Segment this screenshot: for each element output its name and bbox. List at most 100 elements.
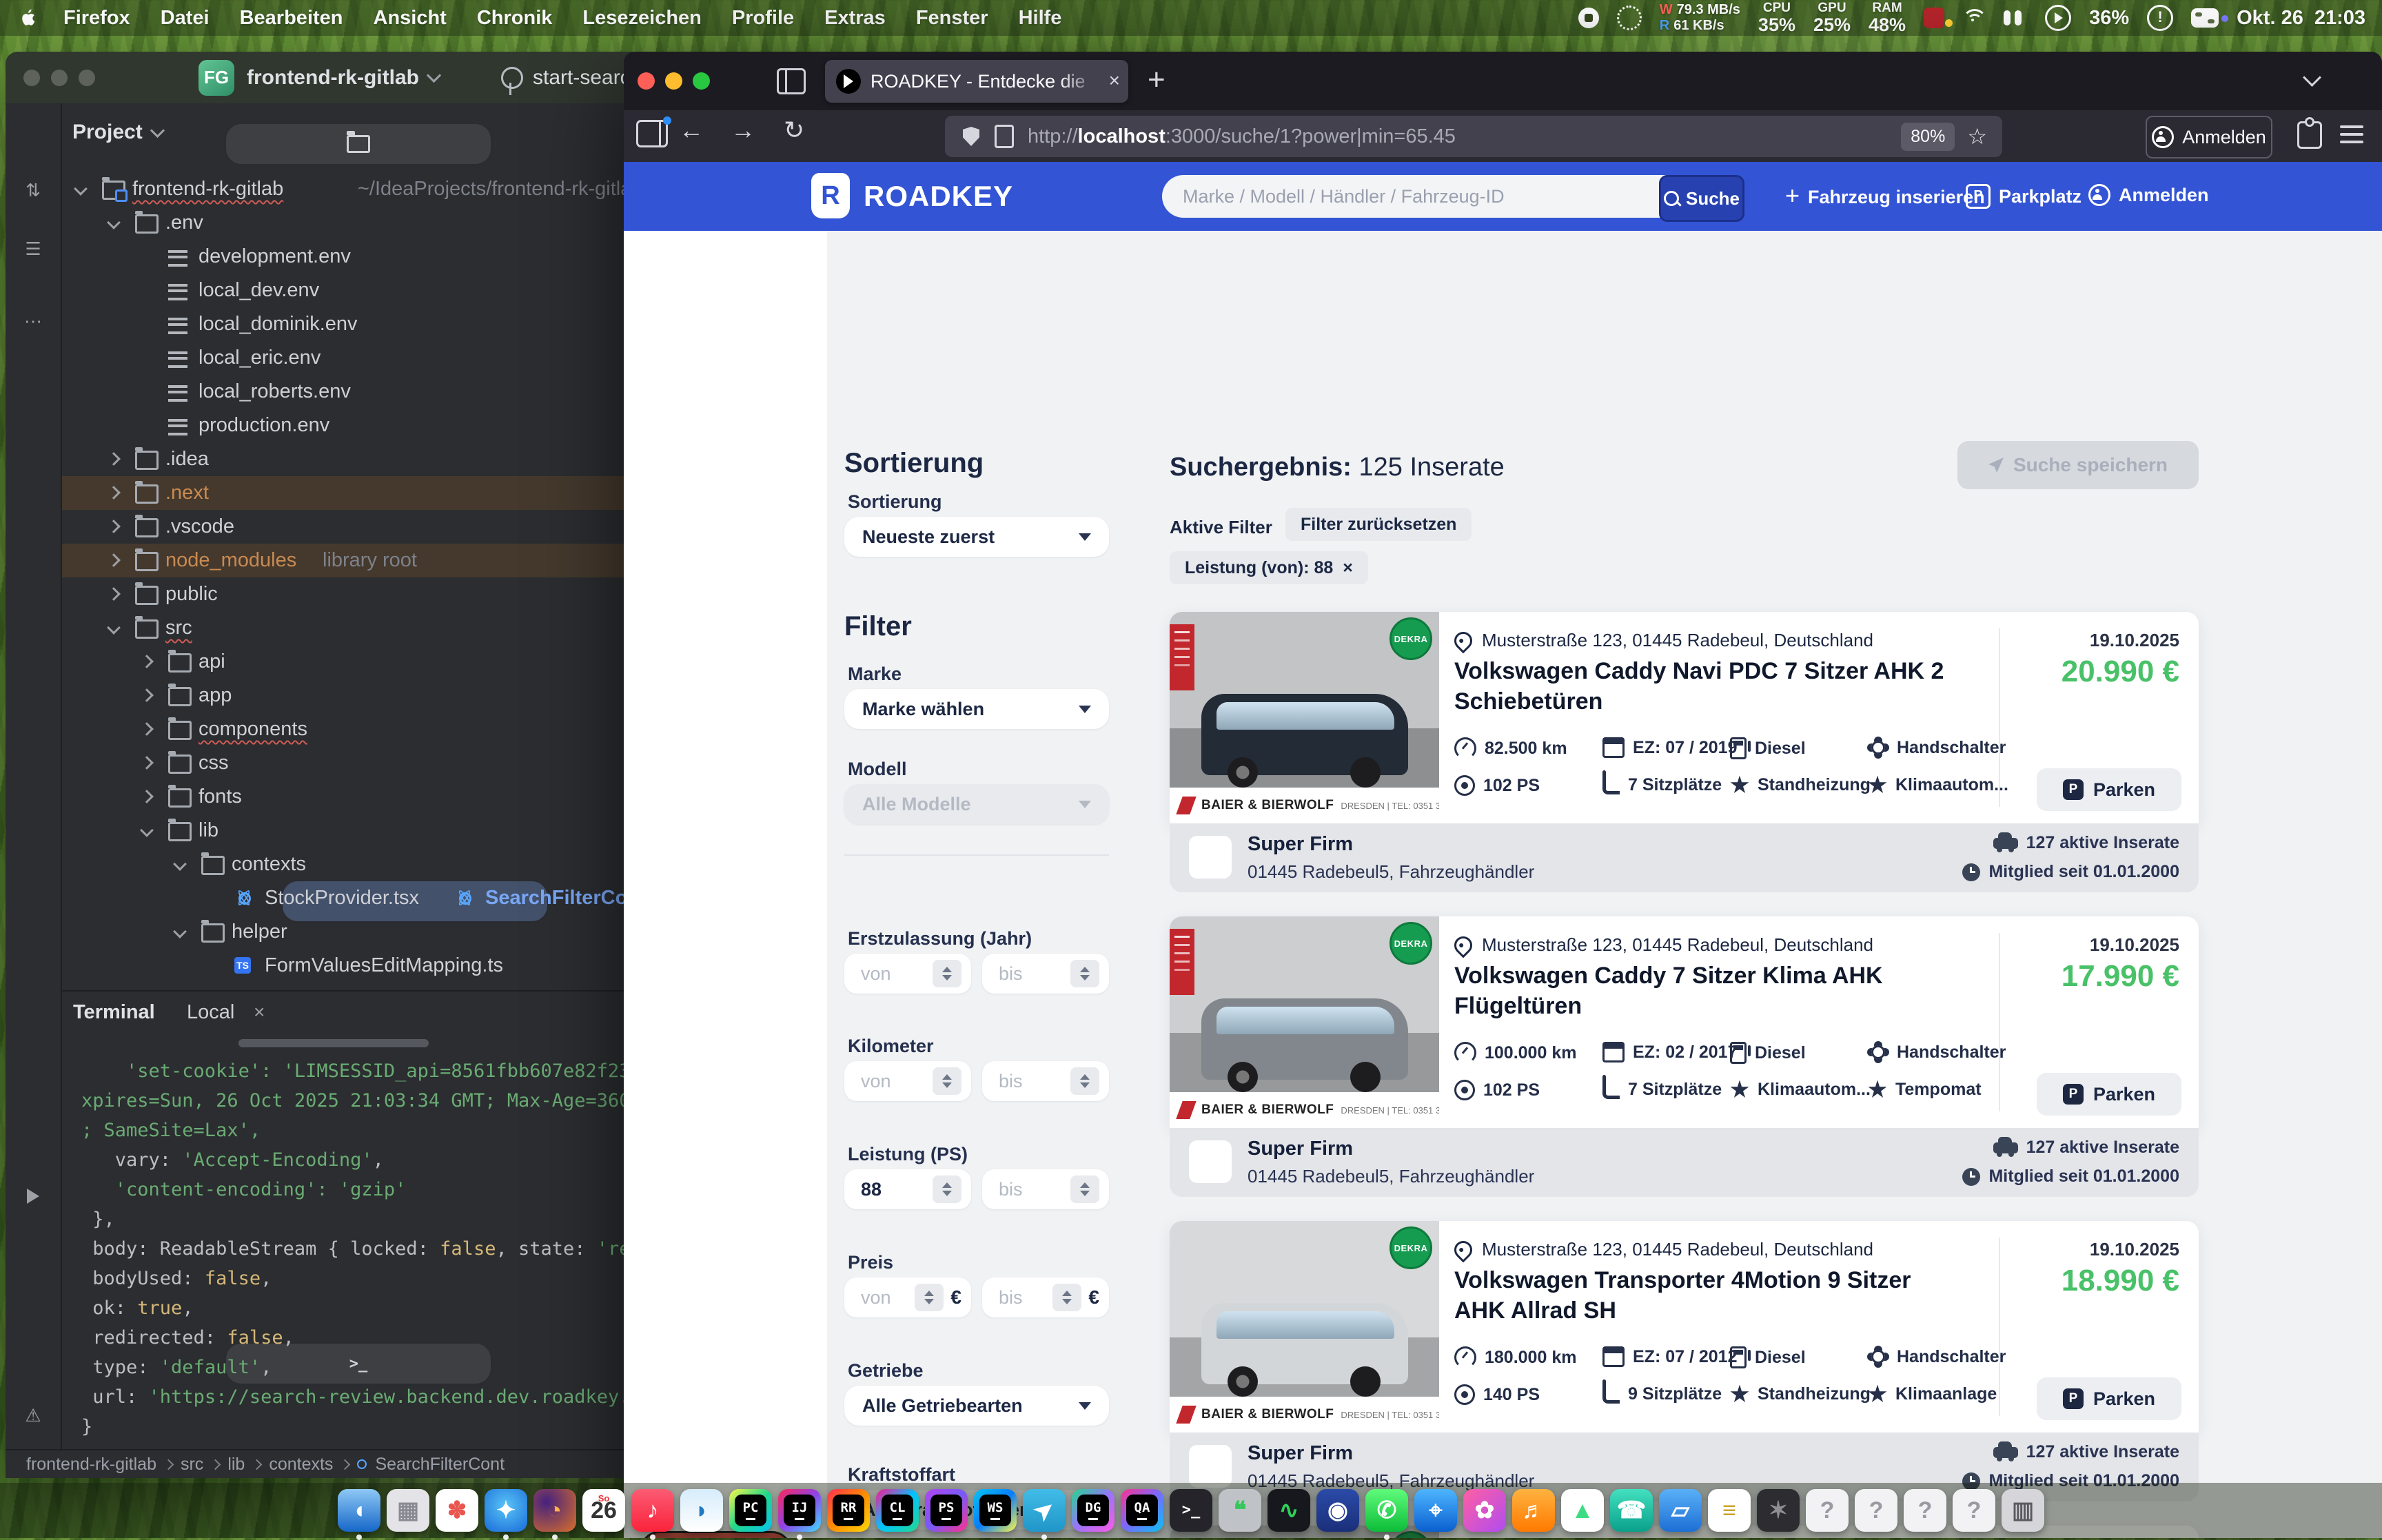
menu-item-extras[interactable]: Extras (809, 7, 901, 29)
problems-tool-icon[interactable]: ⚠ (15, 1397, 51, 1433)
dealer-strip[interactable]: Super Firm01445 Radebeul5, Fahrzeughändl… (1170, 1128, 2199, 1197)
tree-closed-arrow-icon[interactable] (107, 553, 121, 567)
sort-select[interactable]: Neueste zuerst (844, 517, 1109, 557)
bookmark-star-icon[interactable]: ☆ (1967, 123, 1987, 150)
browser-signin-button[interactable]: Anmelden (2146, 116, 2272, 158)
menu-item-datei[interactable]: Datei (145, 7, 225, 29)
dock-icon-clion[interactable]: CL (876, 1489, 919, 1532)
marke-select[interactable]: Marke wählen (844, 689, 1109, 729)
site-login-link[interactable]: Anmelden (2088, 184, 2209, 206)
tree-open-arrow-icon[interactable] (107, 216, 121, 229)
dock-icon-unknown-1[interactable]: ? (1806, 1489, 1849, 1532)
parken-button[interactable]: PParken (2037, 1073, 2181, 1116)
tree-closed-arrow-icon[interactable] (140, 655, 154, 668)
tree-closed-arrow-icon[interactable] (107, 452, 121, 466)
tree-closed-arrow-icon[interactable] (140, 722, 154, 736)
menu-item-profile[interactable]: Profile (717, 7, 809, 29)
brand-name[interactable]: ROADKEY (864, 180, 1013, 213)
sidebar-toggle-icon[interactable] (777, 68, 806, 94)
dock-icon-orange-app[interactable]: ♬ (1512, 1489, 1555, 1532)
dock-icon-photos[interactable]: ✽ (436, 1489, 478, 1532)
site-search-input[interactable] (1162, 175, 1686, 218)
menu-item-bearbeiten[interactable]: Bearbeiten (225, 7, 358, 29)
vehicle-card[interactable]: DEKRABAIER & BIERWOLFDRESDEN | TEL: 0351… (1170, 612, 2199, 823)
playback-icon[interactable] (2045, 5, 2071, 31)
dock-icon-unknown-2[interactable]: ? (1855, 1489, 1897, 1532)
red-app-icon[interactable] (1924, 8, 1944, 28)
parken-button[interactable]: PParken (2037, 768, 2181, 811)
browser-close-button[interactable] (638, 72, 655, 90)
insert-vehicle-link[interactable]: +Fahrzeug inserieren (1785, 184, 1985, 210)
dock-icon-telegram[interactable]: ➤ (1023, 1489, 1066, 1532)
zoom-level-badge[interactable]: 80% (1901, 123, 1955, 151)
firefox-view-icon[interactable] (636, 120, 668, 147)
tab-close-icon[interactable]: × (1109, 70, 1120, 92)
breadcrumb-frontend-rk-gitlab[interactable]: frontend-rk-gitlab (26, 1455, 156, 1475)
ide-close-button[interactable] (23, 70, 40, 86)
new-tab-button[interactable]: + (1148, 63, 1165, 97)
more-tools-icon[interactable]: ⋯ (15, 303, 51, 339)
dock-icon-terminal[interactable]: >_ (1170, 1489, 1212, 1532)
tree-closed-arrow-icon[interactable] (140, 688, 154, 702)
alert-icon[interactable]: ! (2147, 5, 2173, 31)
extensions-icon[interactable] (2297, 121, 2322, 149)
dock-icon-unknown-3[interactable]: ? (1904, 1489, 1946, 1532)
dock-icon-safari[interactable]: ✦ (485, 1489, 527, 1532)
dock-icon-thunderbird[interactable]: ◗ (680, 1489, 723, 1532)
roadkey-logo-icon[interactable]: R (811, 173, 850, 218)
cpu-stat[interactable]: CPU35% (1758, 1, 1795, 34)
url-text[interactable]: http://localhost:3000/suche/1?power|min=… (1028, 125, 1901, 148)
menubar-clock[interactable]: Okt. 2621:03 (2237, 7, 2365, 30)
ez-von-input[interactable]: von (844, 954, 971, 994)
vehicle-photo[interactable]: DEKRABAIER & BIERWOLFDRESDEN | TEL: 0351… (1170, 1221, 1439, 1433)
parkplatz-link[interactable]: PParkplatz (1966, 184, 2081, 209)
dock-icon-camera[interactable]: ⌖ (1414, 1489, 1457, 1532)
dock-icon-stats[interactable]: ∿ (1268, 1489, 1310, 1532)
dock-icon-rustrover[interactable]: RR (827, 1489, 870, 1532)
control-center-icon[interactable] (2191, 8, 2219, 28)
gpu-stat[interactable]: GPU25% (1813, 1, 1851, 34)
stepper-icon[interactable] (933, 960, 961, 987)
dock-icon-unknown-4[interactable]: ? (1953, 1489, 1995, 1532)
dock-icon-datagrip[interactable]: DG (1072, 1489, 1114, 1532)
tree-closed-arrow-icon[interactable] (107, 587, 121, 601)
chip-close-icon[interactable]: × (1343, 558, 1353, 578)
dock-icon-files[interactable]: ▱ (1659, 1489, 1702, 1532)
tree-closed-arrow-icon[interactable] (107, 486, 121, 500)
ez-bis-input[interactable]: bis (982, 954, 1109, 994)
dock-icon-whatsapp[interactable]: ✆ (1365, 1489, 1408, 1532)
ide-zoom-button[interactable] (79, 70, 95, 86)
terminal-scrollbar[interactable] (238, 1039, 429, 1047)
tree-closed-arrow-icon[interactable] (140, 790, 154, 803)
breadcrumb-lib[interactable]: lib (227, 1455, 245, 1475)
dock-icon-messages[interactable]: ❝ (1219, 1489, 1261, 1532)
reset-filters-chip[interactable]: Filter zurücksetzen (1285, 508, 1472, 541)
project-selector[interactable]: frontend-rk-gitlab (247, 66, 419, 90)
menu-item-firefox[interactable]: Firefox (48, 7, 145, 29)
dock-icon-finder[interactable]: ◖ (338, 1489, 380, 1532)
vehicle-card[interactable]: DEKRABAIER & BIERWOLFDRESDEN | TEL: 0351… (1170, 1221, 2199, 1433)
dealer-strip[interactable]: Super Firm01445 Radebeul5, Fahrzeughändl… (1170, 823, 2199, 892)
menu-hamburger-icon[interactable] (2340, 125, 2363, 143)
battery-percent[interactable]: 36% (2089, 7, 2129, 30)
wifi-icon[interactable] (1962, 9, 1986, 27)
reload-button[interactable]: ↻ (784, 116, 804, 145)
dock-icon-firefox[interactable]: ◔ (533, 1489, 576, 1532)
project-avatar[interactable]: FG (198, 60, 234, 96)
ram-stat[interactable]: RAM48% (1869, 1, 1906, 34)
terminal-close-icon[interactable]: × (254, 1001, 265, 1023)
menu-item-ansicht[interactable]: Ansicht (358, 7, 462, 29)
vehicle-title[interactable]: Volkswagen Caddy 7 Sitzer Klima AHK Flüg… (1454, 961, 1964, 1021)
back-button[interactable]: ← (679, 116, 704, 145)
menu-item-hilfe[interactable]: Hilfe (1004, 7, 1077, 29)
km-bis-input[interactable]: bis (982, 1061, 1109, 1101)
project-tool-icon[interactable] (226, 124, 491, 164)
tree-closed-arrow-icon[interactable] (140, 756, 154, 770)
tree-open-arrow-icon[interactable] (74, 182, 88, 196)
commit-tool-icon[interactable]: ⇅ (15, 172, 51, 208)
dock-icon-music[interactable]: ♪ (631, 1489, 674, 1532)
dock-icon-launchpad[interactable]: ▦ (387, 1489, 429, 1532)
km-von-input[interactable]: von (844, 1061, 971, 1101)
ps-von-input[interactable]: 88 (844, 1169, 971, 1209)
tree-open-arrow-icon[interactable] (173, 857, 187, 871)
